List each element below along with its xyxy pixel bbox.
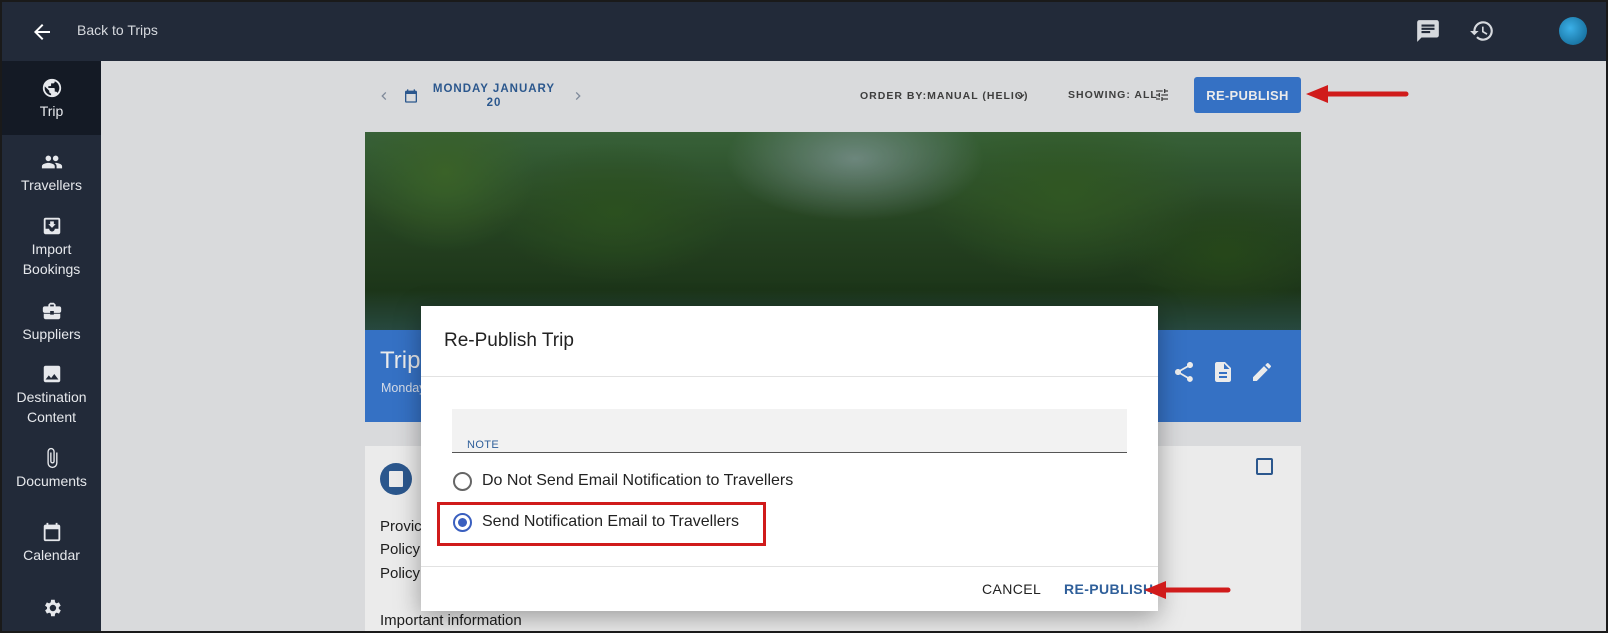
briefcase-icon [42, 302, 61, 320]
avatar[interactable] [1559, 17, 1587, 45]
dialog-divider [421, 376, 1158, 377]
dialog-footer-divider [421, 566, 1158, 567]
annotation-arrow-icon [1144, 581, 1231, 599]
sidebar-item-label: Calendar [23, 547, 80, 563]
top-bar: Back to Trips [2, 2, 1606, 61]
dialog-title: Re-Publish Trip [444, 330, 574, 351]
sidebar-item-label: Suppliers [22, 326, 81, 342]
radio-label-do-not-send[interactable]: Do Not Send Email Notification to Travel… [482, 472, 793, 490]
sidebar-item-settings[interactable] [2, 597, 101, 621]
sidebar-item-label: Travellers [21, 177, 82, 193]
calendar-icon [43, 522, 60, 542]
sidebar-item-calendar[interactable]: Calendar [2, 521, 101, 565]
sidebar-item-label: Import Bookings [22, 241, 81, 277]
annotation-arrow-icon [1306, 85, 1409, 103]
sidebar-item-suppliers[interactable]: Suppliers [2, 300, 101, 344]
radio-do-not-send[interactable] [453, 472, 472, 491]
highlight-annotation-box [437, 502, 766, 546]
gear-icon [44, 599, 61, 617]
sidebar-item-label: Trip [39, 103, 64, 119]
sidebar-item-label: Documents [16, 473, 87, 489]
history-icon[interactable] [1469, 18, 1495, 44]
sidebar-item-import-bookings[interactable]: Import Bookings [2, 215, 101, 279]
sidebar-item-destination-content[interactable]: Destination Content [2, 363, 101, 427]
paperclip-icon [46, 447, 57, 469]
chat-icon[interactable] [1415, 18, 1441, 44]
people-icon [41, 155, 62, 169]
note-input[interactable] [452, 409, 1127, 453]
note-label: NOTE [467, 439, 500, 451]
sidebar: Trip Travellers Import Bookings Supplier… [2, 61, 101, 631]
app-window: Back to Trips Trip Travellers Import Boo… [0, 0, 1608, 633]
sidebar-item-travellers[interactable]: Travellers [2, 151, 101, 195]
image-icon [43, 365, 60, 383]
sidebar-item-trip[interactable]: Trip [2, 61, 101, 135]
import-icon [43, 217, 60, 235]
sidebar-item-documents[interactable]: Documents [2, 447, 101, 491]
dialog-republish-button[interactable]: RE-PUBLISH [1064, 581, 1154, 597]
cancel-button[interactable]: CANCEL [982, 581, 1041, 597]
sidebar-item-label: Destination Content [16, 389, 87, 425]
back-to-trips-link[interactable]: Back to Trips [77, 22, 158, 38]
globe-icon [42, 78, 61, 98]
back-arrow-icon[interactable] [30, 20, 54, 44]
